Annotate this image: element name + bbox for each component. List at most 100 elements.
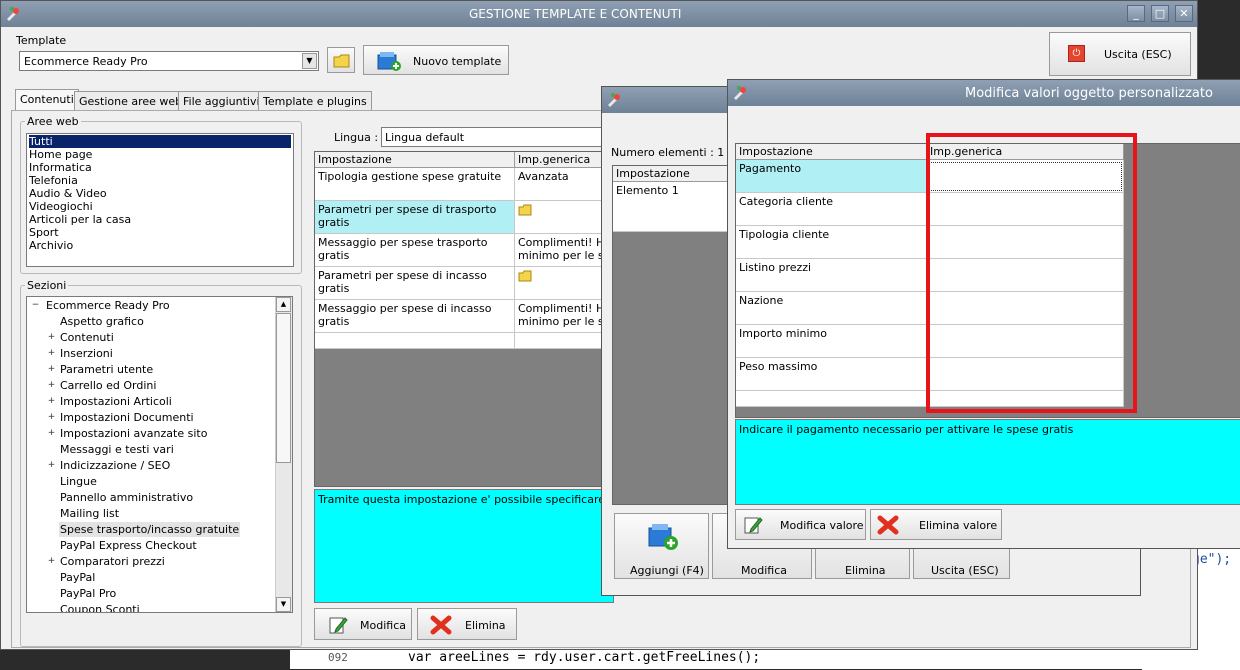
new-template-label: Nuovo template — [413, 55, 502, 68]
aree-web-item[interactable]: Tutti — [29, 135, 291, 148]
aree-web-list[interactable]: Tutti Home page Informatica Telefonia Audio … — [26, 133, 294, 267]
tree-item[interactable]: Messaggi e testi vari — [59, 442, 175, 457]
aree-web-item[interactable]: Informatica — [29, 161, 291, 174]
lingua-select-value: Lingua default — [385, 131, 465, 144]
tree-item[interactable]: PayPal — [59, 570, 96, 585]
aree-web-item[interactable]: Sport — [29, 226, 291, 239]
tab-label: File aggiuntivi — [183, 95, 260, 108]
grid-empty-row — [315, 333, 515, 349]
tree-item[interactable]: Inserzioni — [59, 346, 114, 361]
tree-item[interactable]: Mailing list — [59, 506, 120, 521]
grid-row-value[interactable] — [515, 201, 613, 234]
grid-row-value[interactable]: Complimenti! Hai r minimo per le spes — [515, 300, 613, 333]
settings-grid[interactable]: Impostazione Imp.generica Tipologia gestio… — [314, 151, 614, 487]
chevron-down-icon[interactable]: ▼ — [302, 53, 317, 69]
tree-item[interactable]: Impostazioni Documenti — [59, 410, 195, 425]
tree-expander[interactable]: + — [47, 461, 56, 470]
tree-expander[interactable]: + — [47, 413, 56, 422]
grid-row-name[interactable]: Parametri per spese di incasso gratis — [315, 267, 515, 300]
tree-item[interactable]: Spese trasporto/incasso gratuite — [59, 522, 241, 537]
aree-web-item[interactable]: Telefonia — [29, 174, 291, 187]
grid-row-name[interactable]: Tipologia gestione spese gratuite — [315, 168, 515, 201]
tree-item[interactable]: Ecommerce Ready Pro — [45, 298, 171, 313]
tree-item[interactable]: Pannello amministrativo — [59, 490, 194, 505]
mid-modifica-label: Modifica — [741, 564, 787, 577]
dialog-row-name[interactable]: Categoria cliente — [736, 193, 927, 226]
dialog-header-impostazione: Impostazione — [736, 144, 927, 160]
scroll-thumb[interactable] — [276, 313, 291, 463]
tab-gestione-aree-web[interactable]: Gestione aree web — [74, 91, 188, 111]
tree-item[interactable]: Carrello ed Ordini — [59, 378, 157, 393]
main-title-bar: GESTIONE TEMPLATE E CONTENUTI _ □ ✕ — [1, 1, 1197, 27]
aree-web-item[interactable]: Articoli per la casa — [29, 213, 291, 226]
dialog-row-name[interactable]: Peso massimo — [736, 358, 927, 391]
scroll-down-button[interactable]: ▼ — [276, 597, 291, 612]
grid-header-impostazione: Impostazione — [315, 152, 515, 168]
tree-item[interactable]: PayPal Pro — [59, 586, 117, 601]
tab-label: Template e plugins — [263, 95, 367, 108]
grid-row-value[interactable] — [515, 267, 613, 300]
dialog-row-name[interactable]: Tipologia cliente — [736, 226, 927, 259]
tree-item[interactable]: Aspetto grafico — [59, 314, 145, 329]
tree-item[interactable]: Coupon Sconti — [59, 602, 141, 612]
tree-item[interactable]: Impostazioni avanzate sito — [59, 426, 208, 441]
modifica-valore-button[interactable]: Modifica valore — [735, 509, 866, 540]
aree-web-item[interactable]: Audio & Video — [29, 187, 291, 200]
tab-label: Gestione aree web — [79, 95, 183, 108]
open-folder-button[interactable] — [327, 47, 355, 73]
tree-item[interactable]: Lingue — [59, 474, 98, 489]
tab-file-aggiuntivi[interactable]: File aggiuntivi — [178, 91, 265, 111]
tree-expander[interactable]: + — [47, 429, 56, 438]
lingua-select[interactable]: Lingua default — [381, 127, 611, 147]
folder-icon — [518, 204, 532, 216]
aree-web-item[interactable]: Home page — [29, 148, 291, 161]
tree-expander[interactable]: + — [47, 365, 56, 374]
aree-web-item[interactable]: Videogiochi — [29, 200, 291, 213]
aggiungi-button[interactable]: Aggiungi (F4) — [614, 513, 709, 579]
aree-web-item[interactable]: Archivio — [29, 239, 291, 252]
grid-row-name[interactable]: Parametri per spese di trasporto gratis — [315, 201, 515, 234]
grid-row-name[interactable]: Messaggio per spese trasporto gratis — [315, 234, 515, 267]
tree-expander[interactable]: + — [47, 557, 56, 566]
sezioni-tree[interactable]: ▲ ▼ − Ecommerce Ready Pro Aspetto grafico +… — [26, 296, 293, 613]
grid-row-value[interactable]: Avanzata — [515, 168, 613, 201]
edit-icon — [329, 617, 348, 634]
tree-expander[interactable]: + — [47, 381, 56, 390]
tree-scrollbar[interactable]: ▲ ▼ — [275, 297, 292, 612]
dialog-row-name[interactable]: Importo minimo — [736, 325, 927, 358]
tree-expander[interactable]: − — [31, 301, 40, 310]
exit-label: Uscita (ESC) — [1104, 48, 1172, 61]
maximize-button[interactable]: □ — [1151, 5, 1169, 22]
exit-button[interactable]: ⏻ Uscita (ESC) — [1049, 32, 1191, 76]
tree-expander[interactable]: + — [47, 349, 56, 358]
minimize-button[interactable]: _ — [1127, 5, 1145, 22]
folder-icon — [518, 270, 532, 282]
element-label: Elemento 1 — [616, 184, 679, 197]
edit-icon — [744, 517, 763, 534]
grid-row-value[interactable]: Complimenti! Hai r minimo per le spe — [515, 234, 613, 267]
tree-item[interactable]: Parametri utente — [59, 362, 154, 377]
new-template-button[interactable]: Nuovo template — [363, 45, 509, 75]
tab-template-e-plugins[interactable]: Template e plugins — [258, 91, 372, 111]
close-button[interactable]: ✕ — [1175, 5, 1193, 22]
header-label: Impostazione — [616, 167, 690, 180]
tree-item[interactable]: Indicizzazione / SEO — [59, 458, 171, 473]
tab-contenuti[interactable]: Contenuti — [15, 89, 79, 111]
scroll-up-button[interactable]: ▲ — [276, 297, 291, 312]
elimina-button[interactable]: Elimina — [417, 608, 517, 640]
tree-item[interactable]: Contenuti — [59, 330, 115, 345]
modifica-button[interactable]: Modifica — [314, 608, 412, 640]
tree-item[interactable]: Impostazioni Articoli — [59, 394, 173, 409]
elimina-valore-button[interactable]: Elimina valore — [870, 509, 1002, 540]
dialog-row-name[interactable]: Listino prezzi — [736, 259, 927, 292]
grid-row-name[interactable]: Messaggio per spese di incasso gratis — [315, 300, 515, 333]
element-row[interactable]: Elemento 1 — [613, 182, 733, 232]
dialog-row-name[interactable]: Nazione — [736, 292, 927, 325]
dialog-row-name[interactable]: Pagamento — [736, 160, 927, 193]
tree-item[interactable]: Comparatori prezzi — [59, 554, 166, 569]
tree-expander[interactable]: + — [47, 333, 56, 342]
tree-item[interactable]: PayPal Express Checkout — [59, 538, 198, 553]
app-icon — [7, 7, 19, 21]
tree-expander[interactable]: + — [47, 397, 56, 406]
template-select[interactable]: Ecommerce Ready Pro ▼ — [19, 51, 319, 71]
